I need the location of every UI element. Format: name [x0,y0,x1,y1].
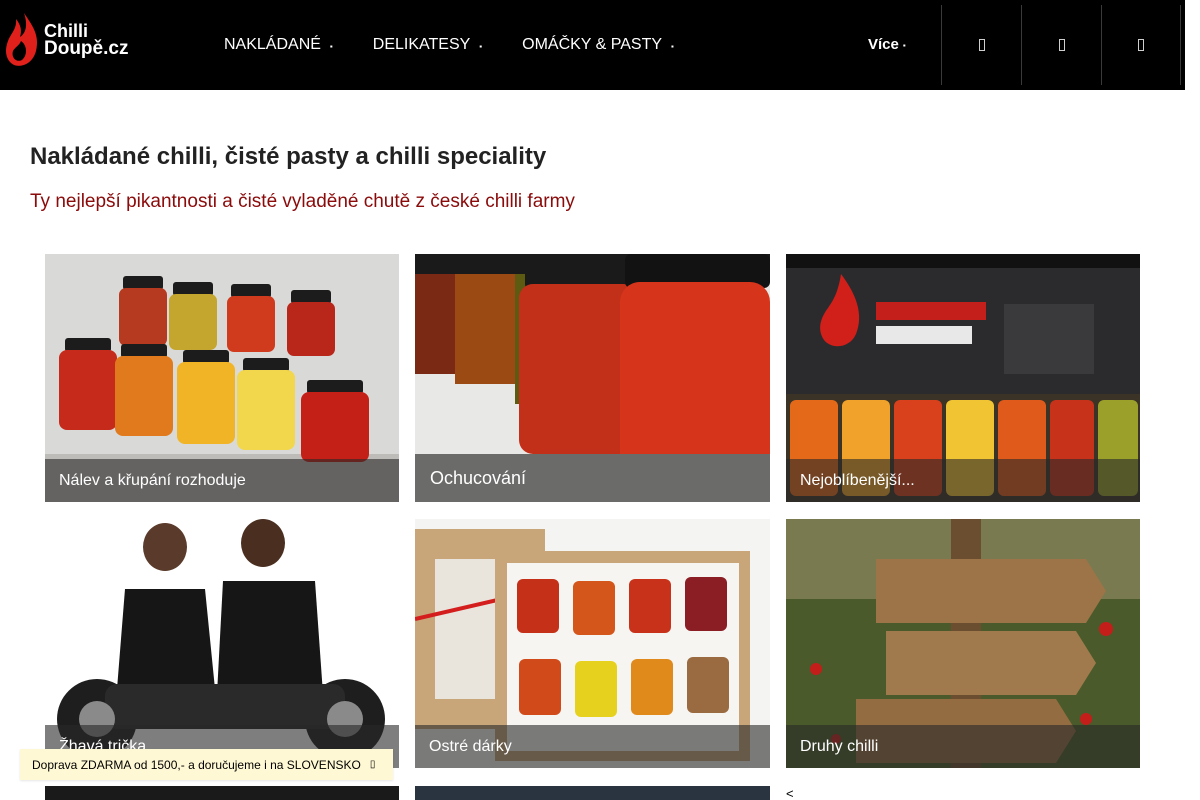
search-button[interactable] [941,5,1021,85]
account-button[interactable] [1021,5,1101,85]
shipping-notice[interactable]: Doprava ZDARMA od 1500,- a doručujeme i … [20,749,393,780]
cart-icon [1138,39,1144,51]
nav-more-button[interactable]: Více ▪ [868,36,906,53]
page-title: Nakládané chilli, čisté pasty a chilli s… [30,143,547,170]
nav-item-label: NAKLÁDANÉ [224,36,321,53]
cart-button[interactable] [1101,5,1181,85]
chevron-down-icon: ▪ [329,42,333,51]
category-tile-partial[interactable] [415,786,770,800]
logo-line2: Doupě.cz [44,38,129,59]
close-icon[interactable]: ▯ [370,759,376,770]
category-tile-nejoblibenejsi[interactable]: Nejoblíbenější... [786,254,1140,502]
category-tile-druhy-chilli[interactable]: Druhy chilli [786,519,1140,768]
chevron-down-icon: ▪ [479,42,483,51]
account-icon [1058,39,1065,51]
carousel-prev-button[interactable]: < [786,786,794,800]
chevron-down-icon: ▪ [671,42,674,51]
nav-item-omacky-pasty[interactable]: OMÁČKY & PASTY ▪ [522,36,674,54]
site-header: Chilli Doupě.cz NAKLÁDANÉ ▪ DELIKATESY ▪… [0,0,1185,90]
main-nav: NAKLÁDANÉ ▪ DELIKATESY ▪ OMÁČKY & PASTY … [224,0,714,90]
category-tile-partial[interactable] [45,786,399,800]
logo-text: Chilli Doupě.cz [44,22,128,58]
page-subtitle: Ty nejlepší pikantnosti a čisté vyladěné… [30,191,575,212]
category-tile-nalev[interactable]: Nálev a křupání rozhoduje [45,254,399,502]
category-tile-ochucovani[interactable]: Ochucování [415,254,770,502]
search-icon [978,39,985,51]
tile-label: Ochucování [415,454,770,502]
chilli-flame-icon [6,13,38,66]
nav-item-nakladane[interactable]: NAKLÁDANÉ ▪ [224,36,333,54]
nav-more-label: Více [868,36,899,53]
shipping-text: Doprava ZDARMA od 1500,- a doručujeme i … [32,757,361,772]
category-tile-darky[interactable]: Ostré dárky [415,519,770,768]
tile-label: Ostré dárky [415,725,770,768]
chevron-down-icon: ▪ [902,41,906,50]
tile-label: Nejoblíbenější... [786,459,1140,502]
tile-label: Druhy chilli [786,725,1140,768]
category-tile-tricka[interactable]: Žhavá trička [45,519,399,768]
nav-item-delikatesy[interactable]: DELIKATESY ▪ [373,36,482,54]
tile-label: Nálev a křupání rozhoduje [45,459,399,502]
site-logo[interactable]: Chilli Doupě.cz [2,10,152,70]
nav-item-label: OMÁČKY & PASTY [522,36,663,53]
nav-item-label: DELIKATESY [372,36,471,53]
